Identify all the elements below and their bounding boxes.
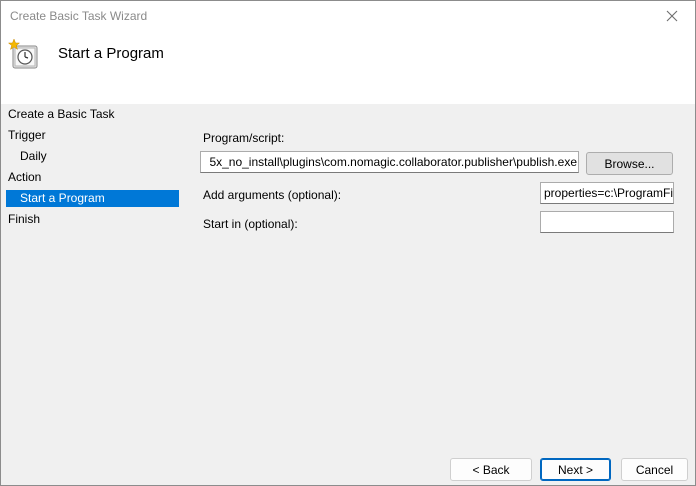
add-arguments-input[interactable]: properties=c:\ProgramFi: [540, 182, 674, 204]
program-script-input[interactable]: 5x_no_install\plugins\com.nomagic.collab…: [200, 151, 579, 173]
program-script-label: Program/script:: [203, 131, 285, 145]
page-title: Start a Program: [58, 45, 164, 62]
next-button[interactable]: Next >: [540, 458, 611, 481]
add-arguments-value: properties=c:\ProgramFi: [544, 186, 674, 200]
nav-step-finish[interactable]: Finish: [8, 211, 40, 228]
wizard-window: Create Basic Task Wizard Start a Program…: [0, 0, 696, 486]
task-clock-icon: [7, 38, 38, 69]
nav-step-trigger[interactable]: Trigger: [8, 127, 46, 144]
nav-step-action[interactable]: Action: [8, 169, 41, 186]
browse-button[interactable]: Browse...: [586, 152, 673, 175]
title-bar: Create Basic Task Wizard: [1, 1, 695, 31]
close-icon: [666, 10, 678, 22]
back-button[interactable]: < Back: [450, 458, 532, 481]
window-title: Create Basic Task Wizard: [10, 9, 148, 23]
cancel-button[interactable]: Cancel: [621, 458, 688, 481]
wizard-header: Start a Program: [1, 31, 695, 104]
start-in-input[interactable]: [540, 211, 674, 233]
start-in-label: Start in (optional):: [203, 217, 298, 231]
program-script-value: 5x_no_install\plugins\com.nomagic.collab…: [209, 155, 577, 169]
add-arguments-label: Add arguments (optional):: [203, 188, 342, 202]
nav-step-create-basic-task[interactable]: Create a Basic Task: [8, 106, 115, 123]
nav-step-start-a-program[interactable]: Start a Program: [6, 190, 179, 207]
nav-step-daily[interactable]: Daily: [20, 148, 47, 165]
close-button[interactable]: [649, 1, 695, 31]
